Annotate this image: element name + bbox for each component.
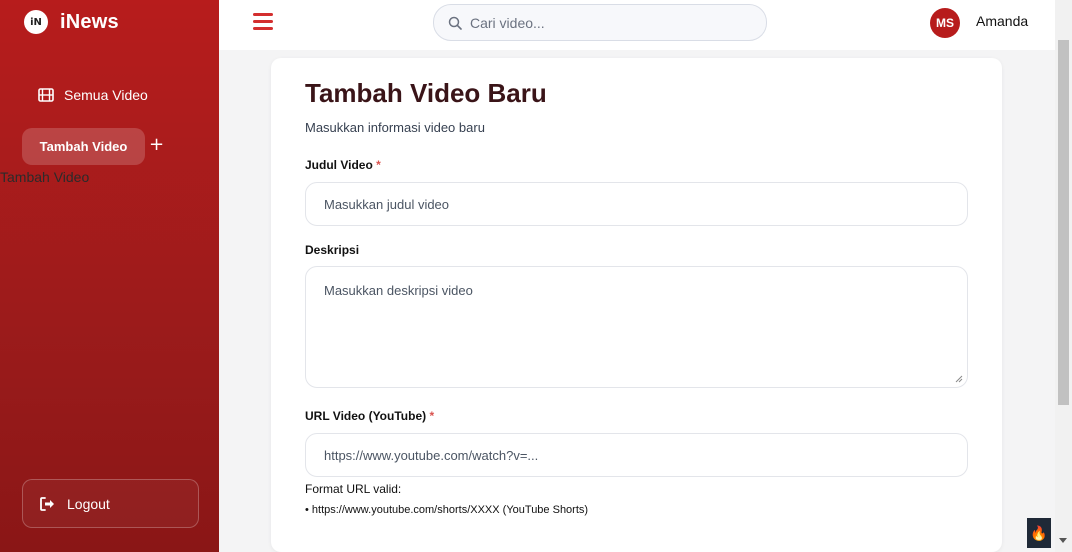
logout-icon (40, 496, 54, 511)
search-input[interactable]: Cari video... (433, 4, 767, 41)
page-subtitle: Masukkan informasi video baru (305, 120, 485, 135)
add-video-form: Tambah Video Baru Masukkan informasi vid… (271, 58, 1002, 552)
search-icon (448, 16, 462, 30)
avatar[interactable]: MS (930, 8, 960, 38)
resize-handle-icon[interactable] (955, 375, 963, 383)
video-title-label: Judul Video * (305, 158, 381, 172)
scrollbar[interactable] (1055, 0, 1072, 552)
video-title-input[interactable]: Masukkan judul video (305, 182, 968, 226)
video-url-label-text: URL Video (YouTube) (305, 409, 427, 423)
sidebar-item-all-videos[interactable]: Semua Video (38, 87, 148, 103)
plus-icon[interactable]: + (149, 136, 164, 154)
search-placeholder: Cari video... (470, 14, 545, 31)
sidebar-item-label: Semua Video (64, 87, 148, 103)
film-icon (38, 88, 54, 102)
brand-name: iNews (60, 10, 119, 33)
video-title-placeholder: Masukkan judul video (324, 196, 450, 212)
username[interactable]: Amanda (976, 13, 1028, 29)
topbar: Cari video... MS Amanda (219, 0, 1055, 50)
video-title-label-text: Judul Video (305, 158, 373, 172)
sidebar-item-add-video[interactable]: Tambah Video (22, 128, 145, 165)
video-url-placeholder: https://www.youtube.com/watch?v=... (324, 447, 539, 463)
description-label: Deskripsi (305, 243, 360, 257)
description-textarea[interactable]: Masukkan deskripsi video (305, 266, 968, 388)
sidebar: iN iNews Semua Video Tambah Video + Tamb… (0, 0, 219, 552)
scrollbar-thumb[interactable] (1058, 40, 1069, 405)
app: iN iNews Semua Video Tambah Video + Tamb… (0, 0, 1072, 552)
brand[interactable]: iN iNews (24, 10, 119, 34)
hamburger-menu-icon[interactable] (253, 13, 273, 30)
page-title: Tambah Video Baru (305, 78, 547, 108)
video-url-label: URL Video (YouTube) * (305, 409, 434, 423)
url-format-hint-title: Format URL valid: (305, 482, 402, 496)
brand-logo: iN (24, 10, 48, 34)
required-mark: * (429, 409, 435, 423)
sidebar-item-add-video-caption: Tambah Video (0, 169, 90, 185)
required-mark: * (376, 158, 381, 172)
scroll-down-arrow-icon[interactable] (1059, 538, 1067, 543)
logout-label: Logout (67, 495, 110, 512)
flame-icon[interactable]: 🔥 (1027, 518, 1051, 548)
description-placeholder: Masukkan deskripsi video (324, 283, 473, 298)
url-format-hint-item: • https://www.youtube.com/shorts/XXXX (Y… (305, 504, 589, 516)
video-url-input[interactable]: https://www.youtube.com/watch?v=... (305, 433, 968, 477)
logout-button[interactable]: Logout (22, 479, 199, 528)
